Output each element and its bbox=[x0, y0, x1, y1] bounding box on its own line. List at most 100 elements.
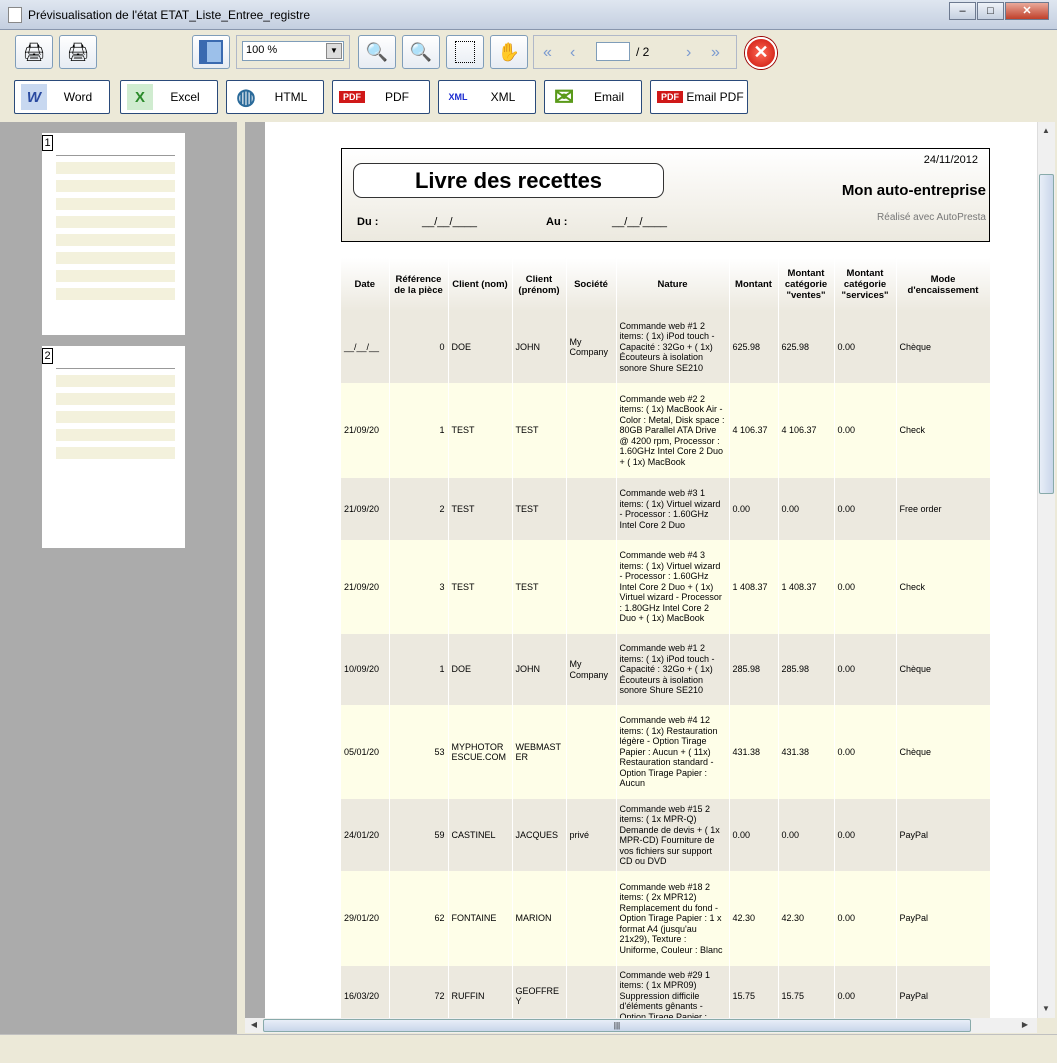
thumbnail-number: 1 bbox=[42, 135, 53, 151]
table-cell: Free order bbox=[896, 478, 991, 540]
column-header: Date bbox=[341, 258, 390, 311]
export-excel-button[interactable]: X Excel bbox=[120, 80, 218, 114]
table-cell: Commande web #4 12 items: ( 1x) Restaura… bbox=[616, 705, 730, 799]
scroll-right-icon[interactable]: ▶ bbox=[1017, 1017, 1033, 1033]
scroll-left-icon[interactable]: ◀ bbox=[246, 1017, 262, 1033]
table-cell: 21/09/20 bbox=[341, 540, 390, 634]
report-view: Livre des recettes 24/11/2012 Mon auto-e… bbox=[245, 122, 1037, 1018]
table-cell: Commande web #1 2 items: ( 1x) iPod touc… bbox=[616, 311, 730, 383]
export-word-button[interactable]: W Word bbox=[14, 80, 110, 114]
table-cell: PayPal bbox=[896, 871, 991, 966]
export-label: Email bbox=[593, 90, 624, 104]
thumbnail-preview bbox=[56, 368, 175, 463]
table-cell: 42.30 bbox=[778, 871, 835, 966]
export-label: Word bbox=[63, 90, 93, 104]
page-margin bbox=[245, 122, 265, 1018]
pane-splitter[interactable] bbox=[237, 122, 245, 1034]
export-label: Excel bbox=[170, 90, 200, 104]
close-window-button[interactable]: ✕ bbox=[1005, 2, 1049, 20]
table-cell: Commande web #1 2 items: ( 1x) iPod touc… bbox=[616, 634, 730, 705]
table-row: __/__/__ 0 DOE JOHN My Company Commande web #… bbox=[341, 311, 991, 383]
horizontal-scroll-thumb[interactable]: ||| bbox=[263, 1019, 971, 1032]
column-header: Mode d'encaissement bbox=[896, 258, 991, 311]
export-html-button[interactable]: ◍ HTML bbox=[226, 80, 324, 114]
table-cell: 0.00 bbox=[834, 383, 897, 478]
table-cell: 3 bbox=[389, 540, 449, 634]
export-label: Email PDF bbox=[686, 90, 744, 104]
zoom-in-button[interactable]: 🔍 bbox=[358, 35, 396, 69]
selection-icon bbox=[455, 41, 475, 63]
last-page-icon[interactable]: » bbox=[711, 44, 720, 62]
table-cell: DOE bbox=[448, 634, 513, 705]
export-email-pdf-button[interactable]: PDF Email PDF bbox=[650, 80, 748, 114]
table-cell: JACQUES bbox=[512, 799, 567, 871]
vertical-scroll-thumb[interactable] bbox=[1039, 174, 1054, 494]
table-cell: 625.98 bbox=[778, 311, 835, 383]
table-cell: 10/09/20 bbox=[341, 634, 390, 705]
table-cell: 285.98 bbox=[729, 634, 779, 705]
table-cell: 0.00 bbox=[729, 478, 779, 540]
table-row: 21/09/20 2 TEST TEST Commande web #3 1 items… bbox=[341, 478, 991, 540]
to-value: __/__/____ bbox=[612, 216, 668, 228]
to-label: Au : bbox=[546, 216, 568, 228]
table-cell: MARION bbox=[512, 871, 567, 966]
table-cell: Check bbox=[896, 383, 991, 478]
table-row: 16/03/20 72 RUFFIN GEOFFREY Commande web #29… bbox=[341, 966, 991, 1018]
zoom-select[interactable]: 100 % ▼ bbox=[242, 41, 344, 61]
export-pdf-button[interactable]: PDF PDF bbox=[332, 80, 430, 114]
scroll-up-icon[interactable]: ▲ bbox=[1038, 123, 1054, 139]
printer-icon: 🖨 bbox=[66, 41, 90, 62]
page-thumbnail-2[interactable]: 2 bbox=[42, 346, 185, 548]
export-label: HTML bbox=[274, 90, 308, 104]
maximize-button[interactable]: □ bbox=[977, 2, 1004, 20]
sidebar-layout-icon bbox=[199, 40, 223, 64]
zoom-out-button[interactable]: 🔍 bbox=[402, 35, 440, 69]
table-cell: DOE bbox=[448, 311, 513, 383]
table-cell: Commande web #4 3 items: ( 1x) Virtuel w… bbox=[616, 540, 730, 634]
minimize-button[interactable]: – bbox=[949, 2, 976, 20]
table-cell: 21/09/20 bbox=[341, 383, 390, 478]
table-cell: Chèque bbox=[896, 705, 991, 799]
previous-page-icon[interactable]: ‹ bbox=[570, 44, 575, 62]
vertical-scrollbar[interactable]: ▲ ▼ bbox=[1037, 122, 1055, 1018]
table-cell: Commande web #15 2 items: ( 1x MPR-Q) De… bbox=[616, 799, 730, 871]
scroll-down-icon[interactable]: ▼ bbox=[1038, 1001, 1054, 1017]
close-icon: ✕ bbox=[753, 42, 769, 62]
table-cell: 431.38 bbox=[729, 705, 779, 799]
table-cell: PayPal bbox=[896, 799, 991, 871]
page-number-input[interactable] bbox=[596, 42, 630, 61]
table-cell: MYPHOTORESCUE.COM bbox=[448, 705, 513, 799]
first-page-icon[interactable]: « bbox=[543, 44, 552, 62]
table-cell bbox=[566, 871, 617, 966]
table-row: 24/01/20 59 CASTINEL JACQUES privé Commande w… bbox=[341, 799, 991, 871]
table-cell: 0.00 bbox=[834, 634, 897, 705]
table-cell: 16/03/20 bbox=[341, 966, 390, 1018]
email-pdf-icon: PDF bbox=[657, 91, 683, 103]
table-cell: Check bbox=[896, 540, 991, 634]
column-header: Client (nom) bbox=[448, 258, 513, 311]
table-cell: 1 408.37 bbox=[778, 540, 835, 634]
table-cell bbox=[566, 478, 617, 540]
print-preview-button[interactable]: 🖨 bbox=[15, 35, 53, 69]
table-row: 21/09/20 1 TEST TEST Commande web #2 2 items… bbox=[341, 383, 991, 478]
export-label: PDF bbox=[385, 90, 409, 104]
print-button[interactable]: 🖨 bbox=[59, 35, 97, 69]
table-cell: 625.98 bbox=[729, 311, 779, 383]
from-label: Du : bbox=[357, 216, 379, 228]
table-cell: TEST bbox=[512, 383, 567, 478]
select-zoom-area-button[interactable] bbox=[446, 35, 484, 69]
next-page-icon[interactable]: › bbox=[686, 44, 691, 62]
toggle-thumbnails-button[interactable] bbox=[192, 35, 230, 69]
column-header: Référence de la pièce bbox=[389, 258, 449, 311]
horizontal-scrollbar[interactable]: ◀ ||| ▶ bbox=[245, 1018, 1037, 1033]
export-email-button[interactable]: ✉ Email bbox=[544, 80, 642, 114]
close-preview-button[interactable]: ✕ bbox=[745, 37, 777, 69]
table-cell bbox=[566, 705, 617, 799]
table-cell: TEST bbox=[448, 478, 513, 540]
zoom-value: 100 % bbox=[246, 44, 278, 56]
page-thumbnail-1[interactable]: 1 bbox=[42, 133, 185, 335]
hand-icon: ✋ bbox=[497, 41, 521, 62]
export-xml-button[interactable]: XML XML bbox=[438, 80, 536, 114]
chevron-down-icon[interactable]: ▼ bbox=[326, 43, 342, 59]
pan-tool-button[interactable]: ✋ bbox=[490, 35, 528, 69]
